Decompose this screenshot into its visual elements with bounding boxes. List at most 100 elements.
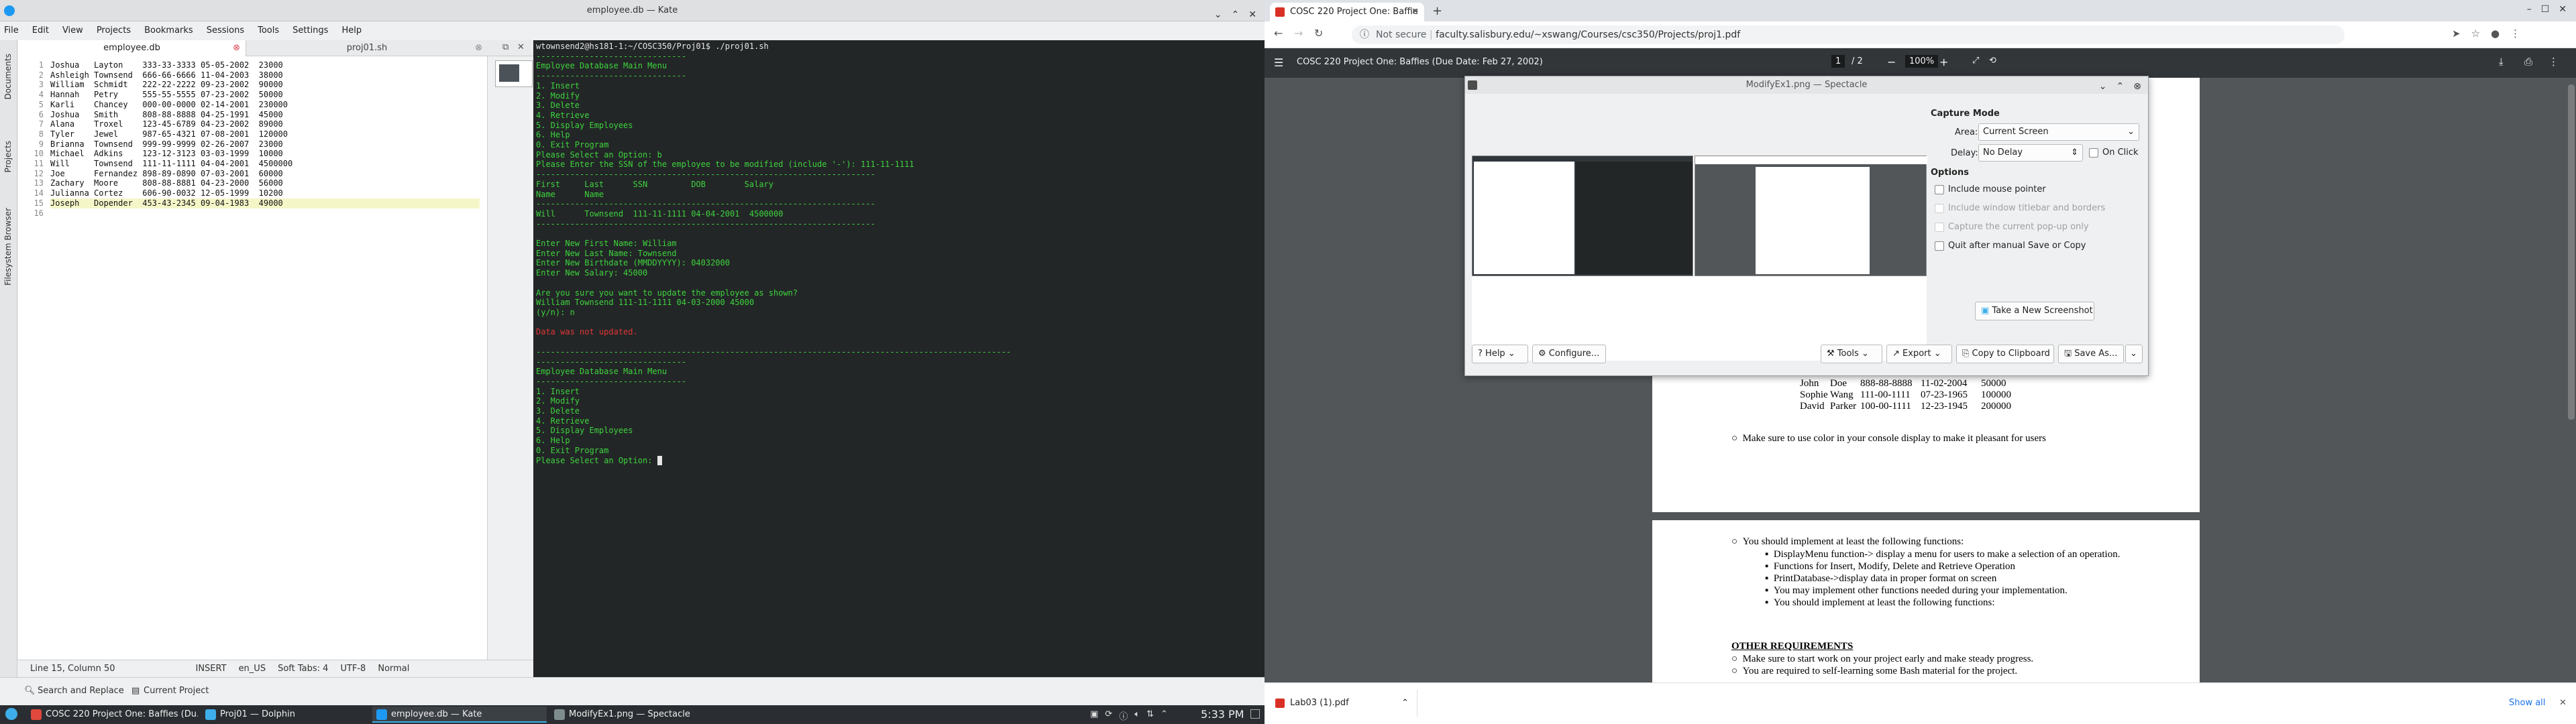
- tab-proj01-sh[interactable]: proj01.sh ⊗: [246, 40, 488, 56]
- code-line[interactable]: Alana Troxel 123-45-6789 04-23-2002 8900…: [50, 119, 480, 129]
- maximize-icon[interactable]: ☐: [2541, 4, 2550, 15]
- close-icon[interactable]: ✕: [2559, 4, 2567, 15]
- side-tab-documents[interactable]: Documents: [3, 54, 13, 99]
- rotate-icon[interactable]: ⟲: [1989, 56, 1996, 66]
- minimize-icon[interactable]: –: [2527, 4, 2532, 15]
- search-replace-button[interactable]: Search and Replace: [38, 686, 124, 696]
- code-line[interactable]: Julianna Cortez 606-90-0032 12-05-1999 1…: [50, 188, 480, 198]
- menu-file[interactable]: File: [4, 25, 19, 36]
- forward-icon[interactable]: →: [1294, 27, 1303, 40]
- menu-view[interactable]: View: [62, 25, 83, 36]
- code-line[interactable]: [50, 208, 480, 219]
- terminal-panel[interactable]: wtownsend2@hs181-1:~/COSC350/Proj01$ ./p…: [533, 40, 1265, 696]
- code-line[interactable]: Joe Fernandez 898-89-0890 07-03-2001 600…: [50, 169, 480, 179]
- clock[interactable]: 5:33 PM: [1201, 708, 1244, 721]
- screenshot-preview[interactable]: [1472, 156, 1927, 361]
- code-line[interactable]: Joseph Dopender 453-43-2345 09-04-1983 4…: [50, 198, 480, 208]
- app-launcher-icon[interactable]: [5, 708, 17, 720]
- show-desktop-icon[interactable]: [1250, 709, 1260, 719]
- code-area[interactable]: Joshua Layton 333-33-3333 05-05-2002 230…: [50, 60, 480, 218]
- reload-icon[interactable]: ↻: [1314, 27, 1323, 40]
- address-bar[interactable]: ⓘ Not secure | faculty.salisbury.edu/~xs…: [1352, 25, 2345, 44]
- task-kate[interactable]: employee.db — Kate: [372, 707, 547, 723]
- pdf-scrollbar[interactable]: [2568, 84, 2575, 420]
- hamburger-icon[interactable]: ☰: [1274, 56, 1283, 69]
- chevron-up-icon[interactable]: ⌃: [1401, 690, 1409, 717]
- download-item[interactable]: Lab03 (1).pdf ⌃: [1270, 690, 1417, 717]
- menu-tools[interactable]: Tools: [258, 25, 279, 36]
- task-chrome[interactable]: COSC 220 Project One: Baffies (Du...: [27, 707, 198, 723]
- minimize-icon[interactable]: ⌄: [2099, 78, 2107, 95]
- download-icon[interactable]: ⤓: [2499, 56, 2504, 68]
- code-line[interactable]: Karli Chancey 000-00-0000 02-14-2001 230…: [50, 100, 480, 110]
- editor-view[interactable]: 1 2 3 4 5 6 7 8 9 10 11 12 13 14 15 16 Joshua Layton 33…: [18, 56, 488, 660]
- star-icon[interactable]: ☆: [2471, 27, 2480, 40]
- close-tab-icon[interactable]: ⊗: [233, 40, 240, 56]
- menu-sessions[interactable]: Sessions: [207, 25, 244, 36]
- code-line[interactable]: Ashleigh Townsend 666-66-6666 11-04-2003…: [50, 70, 480, 80]
- file-type[interactable]: Normal: [378, 664, 409, 674]
- close-tab-icon[interactable]: ⊗: [475, 40, 482, 56]
- new-screenshot-button[interactable]: ▣ Take a New Screenshot: [1975, 302, 2094, 320]
- minimap-viewport[interactable]: [499, 64, 519, 82]
- zoom-out-icon[interactable]: −: [1887, 56, 1896, 68]
- current-project-button[interactable]: Current Project: [144, 686, 209, 696]
- network-icon[interactable]: ⇅: [1146, 709, 1154, 722]
- indent-mode[interactable]: Soft Tabs: 4: [278, 664, 328, 674]
- code-line[interactable]: Tyler Jewel 987-65-4321 07-08-2001 12000…: [50, 129, 480, 139]
- show-all-link[interactable]: Show all: [2509, 698, 2545, 708]
- info-icon[interactable]: ⓘ: [1360, 25, 1369, 44]
- menu-settings[interactable]: Settings: [292, 25, 328, 36]
- menu-edit[interactable]: Edit: [32, 25, 49, 36]
- browser-tab[interactable]: COSC 220 Project One: Baffie ✕: [1270, 3, 1424, 21]
- save-menu-arrow[interactable]: ⌄: [2125, 345, 2143, 363]
- help-button[interactable]: ? Help ⌄: [1472, 345, 1528, 363]
- area-select[interactable]: Current Screen ⌄: [1978, 123, 2139, 141]
- code-line[interactable]: Brianna Townsend 999-99-9999 02-26-2007 …: [50, 139, 480, 149]
- code-line[interactable]: Zachary Moore 808-88-8881 04-23-2000 560…: [50, 178, 480, 188]
- tab-employee-db[interactable]: employee.db ⊗: [18, 40, 246, 56]
- mouse-pointer-checkbox[interactable]: [1935, 185, 1944, 194]
- close-split-icon[interactable]: ✕: [517, 42, 525, 52]
- copy-clipboard-button[interactable]: ⎘ Copy to Clipboard: [1956, 345, 2054, 363]
- back-icon[interactable]: ←: [1274, 27, 1283, 40]
- quit-after-save-checkbox[interactable]: [1935, 241, 1944, 251]
- more-icon[interactable]: ⋮: [2548, 56, 2559, 68]
- code-line[interactable]: Joshua Smith 808-88-8888 04-25-1991 4500…: [50, 110, 480, 120]
- tray-expand-icon[interactable]: ⌃: [1161, 709, 1168, 722]
- zoom-input[interactable]: 100%: [1905, 55, 1939, 68]
- volume-icon[interactable]: 🔈︎: [1134, 709, 1140, 722]
- page-number-input[interactable]: 1: [1831, 55, 1845, 68]
- delay-spinbox[interactable]: No Delay ⇕: [1978, 144, 2083, 162]
- export-button[interactable]: ↗ Export ⌄: [1886, 345, 1952, 363]
- save-as-button[interactable]: 🖫︎ Save As...: [2058, 345, 2124, 363]
- menu-bookmarks[interactable]: Bookmarks: [144, 25, 193, 36]
- code-line[interactable]: Hannah Petry 555-55-5555 07-23-2002 5000…: [50, 90, 480, 100]
- code-line[interactable]: Michael Adkins 123-12-3123 03-03-1999 10…: [50, 149, 480, 159]
- spell-lang[interactable]: en_US: [239, 664, 266, 674]
- send-icon[interactable]: ➤: [2452, 27, 2461, 40]
- popup-checkbox[interactable]: [1935, 223, 1944, 232]
- split-view-icon[interactable]: ⧉: [502, 42, 508, 52]
- side-tab-filesystem[interactable]: Filesystem Browser: [3, 208, 13, 286]
- code-line[interactable]: William Schmidt 222-22-2222 09-23-2002 9…: [50, 80, 480, 90]
- close-tab-icon[interactable]: ✕: [1411, 3, 1419, 21]
- maximize-icon[interactable]: ⌃: [2116, 78, 2125, 95]
- encoding[interactable]: UTF-8: [340, 664, 366, 674]
- configure-button[interactable]: ⚙ Configure...: [1532, 345, 1606, 363]
- print-icon[interactable]: ⎙: [2524, 56, 2532, 68]
- new-tab-icon[interactable]: +: [1432, 4, 1442, 18]
- side-tab-projects[interactable]: Projects: [3, 141, 13, 172]
- clipboard-icon[interactable]: ▣: [1090, 709, 1098, 722]
- fit-page-icon[interactable]: ⤢: [1972, 56, 1979, 66]
- on-click-checkbox[interactable]: [2089, 148, 2098, 158]
- cursor-position[interactable]: Line 15, Column 50: [30, 664, 115, 674]
- code-line[interactable]: Will Townsend 111-11-1111 04-04-2001 450…: [50, 159, 480, 169]
- updates-icon[interactable]: ⟳: [1105, 709, 1112, 722]
- close-icon[interactable]: ⊗: [2133, 78, 2141, 95]
- task-spectacle[interactable]: ModifyEx1.png — Spectacle: [550, 707, 724, 723]
- menu-dots-icon[interactable]: ⋮: [2510, 27, 2520, 40]
- titlebar-checkbox[interactable]: [1935, 204, 1944, 213]
- menu-projects[interactable]: Projects: [97, 25, 131, 36]
- notifications-icon[interactable]: ⓘ: [1119, 709, 1128, 722]
